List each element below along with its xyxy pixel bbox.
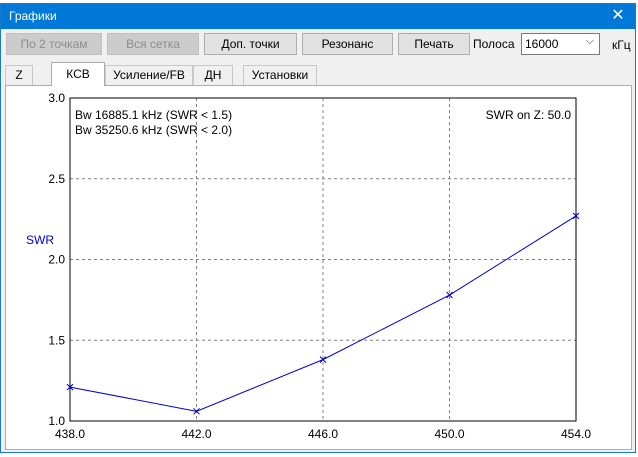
y-tick-label: 2.5 <box>48 172 65 186</box>
y-axis-label: SWR <box>26 233 54 247</box>
toolbar: По 2 точкам Вся сетка Доп. точки Резонан… <box>6 33 634 57</box>
tab-z[interactable]: Z <box>5 65 33 85</box>
x-tick-label: 438.0 <box>55 427 85 441</box>
band-value: 16000 <box>525 37 559 51</box>
close-button[interactable]: ✕ <box>601 4 635 29</box>
print-button[interactable]: Печать <box>398 33 470 55</box>
tab-swr[interactable]: КСВ <box>51 62 105 86</box>
y-tick-label: 1.0 <box>48 414 65 428</box>
background-app-bottom <box>0 453 638 457</box>
y-tick-label: 2.0 <box>48 253 65 267</box>
bw-annotation-2: Bw 35250.6 kHz (SWR < 2.0) <box>75 123 232 137</box>
title-bar[interactable]: Графики ✕ <box>1 4 635 29</box>
chart-grid <box>70 98 576 421</box>
y-tick-label: 1.5 <box>48 333 65 347</box>
swr-tab-panel: SWR Bw 16885.1 kHz (SWR < 1.5) Bw 35250.… <box>5 85 632 450</box>
graphs-dialog: Графики ✕ По 2 точкам Вся сетка Доп. точ… <box>0 3 636 453</box>
swr-chart: SWR Bw 16885.1 kHz (SWR < 1.5) Bw 35250.… <box>26 91 591 441</box>
unit-label: кГц <box>612 38 631 52</box>
x-tick-label: 442.0 <box>181 427 211 441</box>
y-tick-label: 3.0 <box>48 91 65 105</box>
by-two-points-button[interactable]: По 2 точкам <box>6 33 102 55</box>
chevron-down-icon: ⌵ <box>585 35 594 47</box>
x-tick-label: 454.0 <box>561 427 591 441</box>
full-grid-button[interactable]: Вся сетка <box>107 33 199 55</box>
tab-settings[interactable]: Установки <box>243 65 317 85</box>
tab-pattern[interactable]: ДН <box>193 65 233 85</box>
x-tick-label: 450.0 <box>434 427 464 441</box>
y-tick-labels: 1.0 1.5 2.0 2.5 3.0 <box>48 91 65 428</box>
bw-annotation-1: Bw 16885.1 kHz (SWR < 1.5) <box>75 108 232 122</box>
band-label: Полоса <box>473 37 515 51</box>
tab-gain-fb[interactable]: Усиление/FB <box>105 65 193 85</box>
close-icon: ✕ <box>611 7 625 24</box>
window-title: Графики <box>9 9 57 23</box>
x-tick-label: 446.0 <box>308 427 338 441</box>
extra-points-button[interactable]: Доп. точки <box>204 33 297 55</box>
resonance-button[interactable]: Резонанс <box>302 33 393 55</box>
band-select[interactable]: 16000 ⌵ <box>521 33 600 55</box>
swr-on-z-note: SWR on Z: 50.0 <box>486 108 572 122</box>
x-tick-labels: 438.0 442.0 446.0 450.0 454.0 <box>55 427 591 441</box>
tab-strip: Z КСВ Усиление/FB ДН Установки <box>5 62 635 86</box>
